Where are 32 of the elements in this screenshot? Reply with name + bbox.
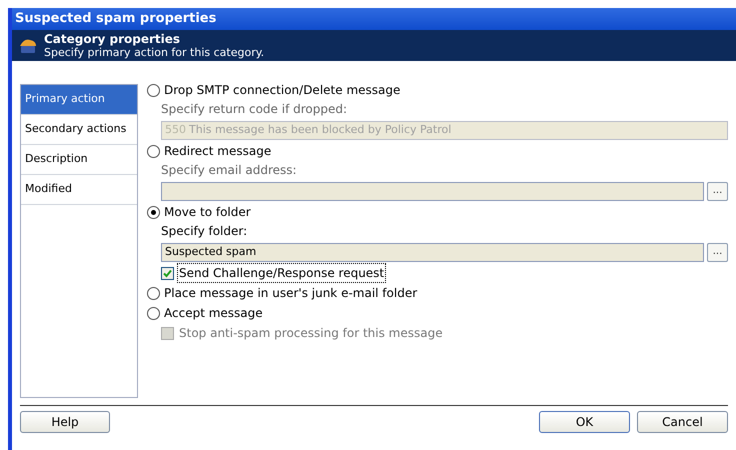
radio-label[interactable]: Move to folder	[164, 203, 251, 221]
text-field[interactable]	[161, 182, 704, 200]
field-value: This message has been blocked by Policy Patrol	[189, 122, 452, 138]
radio-button[interactable]	[147, 144, 160, 158]
radio-label[interactable]: Place message in user's junk e-mail folder	[164, 284, 418, 302]
radio-button[interactable]	[147, 286, 160, 300]
field-value: Suspected spam	[165, 244, 256, 260]
text-field[interactable]: Suspected spam	[161, 242, 704, 262]
browse-button[interactable]: ...	[707, 182, 728, 200]
radio-label[interactable]: Redirect message	[164, 142, 272, 160]
header-title: Category properties	[44, 32, 182, 46]
sidebar-item[interactable]: Primary action	[21, 85, 137, 115]
checkbox[interactable]	[161, 266, 174, 280]
field-label: Specify folder:	[161, 223, 248, 240]
sidebar-item[interactable]: Modified	[21, 175, 137, 205]
header-subtitle: Specify primary action for this category.	[44, 46, 264, 58]
help-button[interactable]: Help	[20, 411, 110, 433]
radio-button[interactable]	[147, 306, 160, 320]
sidebar-item[interactable]: Secondary actions	[21, 115, 137, 145]
checkbox-label[interactable]: Send Challenge/Response request	[178, 264, 386, 282]
field-label: Specify return code if dropped:	[161, 101, 348, 118]
ok-button[interactable]: OK	[539, 411, 630, 433]
radio-label[interactable]: Accept message	[164, 304, 263, 322]
field-label: Specify email address:	[161, 162, 298, 179]
browse-button[interactable]: ...	[707, 242, 728, 262]
sidebar-item[interactable]: Description	[21, 145, 137, 175]
window-title: Suspected spam properties	[15, 10, 216, 28]
checkmark-icon	[163, 268, 172, 278]
radio-label[interactable]: Drop SMTP connection/Delete message	[164, 81, 400, 99]
radio-button[interactable]	[147, 84, 160, 96]
radio-button[interactable]	[147, 206, 160, 218]
cancel-button[interactable]: Cancel	[637, 411, 728, 433]
